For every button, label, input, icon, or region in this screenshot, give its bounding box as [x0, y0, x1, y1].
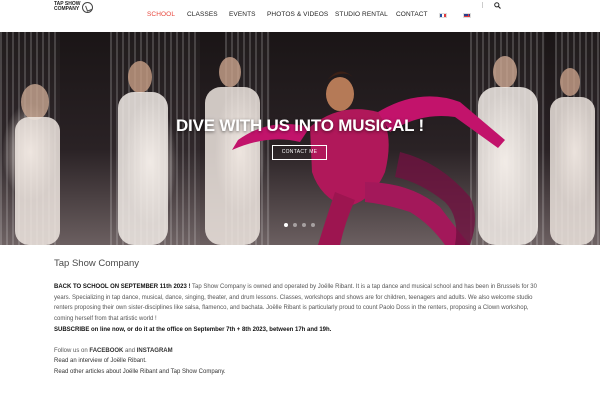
nav-item-photos-videos[interactable]: PHOTOS & VIDEOS: [267, 11, 328, 18]
logo-text: TAP SHOW COMPANY: [54, 2, 80, 12]
logo-text-line2: COMPANY: [54, 6, 80, 12]
hero-slider: DIVE WITH US INTO MUSICAL ! CONTACT ME: [0, 32, 600, 245]
slider-dot-4[interactable]: [311, 223, 315, 227]
language-fr-flag-icon[interactable]: [439, 13, 447, 18]
nav-item-school[interactable]: SCHOOL: [147, 11, 175, 18]
subscribe-paragraph: SUBSCRIBE on line now, or do it at the o…: [54, 325, 546, 336]
nav-item-classes[interactable]: CLASSES: [187, 11, 218, 18]
interview-link[interactable]: Read an interview of Joëlle Ribant.: [54, 358, 147, 364]
logo-mark-icon: [82, 1, 94, 13]
interview-line: Read an interview of Joëlle Ribant.: [54, 356, 546, 367]
contact-me-button[interactable]: CONTACT ME: [272, 145, 327, 160]
slider-dot-2[interactable]: [293, 223, 297, 227]
back-to-school-heading: BACK TO SCHOOL ON SEPTEMBER 11th 2023 !: [54, 284, 191, 290]
subscribe-text: SUBSCRIBE on line now, or do it at the o…: [54, 326, 332, 333]
site-header: TAP SHOW COMPANY SCHOOL CLASSES EVENTS P…: [0, 0, 600, 32]
articles-line: Read other articles about Joëlle Ribant …: [54, 367, 546, 378]
logo[interactable]: TAP SHOW COMPANY: [54, 1, 98, 13]
hero-title: DIVE WITH US INTO MUSICAL !: [175, 116, 425, 135]
section-title: Tap Show Company: [54, 258, 140, 269]
articles-link[interactable]: Read other articles about Joëlle Ribant …: [54, 369, 226, 375]
facebook-link[interactable]: FACEBOOK: [89, 348, 123, 354]
instagram-link[interactable]: INSTAGRAM: [137, 348, 173, 354]
slider-dot-3[interactable]: [302, 223, 306, 227]
hero-photo: [15, 56, 595, 245]
nav-item-studio-rental[interactable]: STUDIO RENTAL: [335, 11, 388, 18]
nav-item-contact[interactable]: CONTACT: [396, 11, 428, 18]
slider-pagination: [284, 223, 315, 227]
main-content: Tap Show Company BACK TO SCHOOL ON SEPTE…: [54, 258, 546, 378]
follow-prefix: Follow us on: [54, 347, 90, 354]
follow-and: and: [123, 347, 137, 354]
nav-divider: [482, 2, 483, 8]
search-icon[interactable]: [494, 2, 501, 9]
slider-dot-1[interactable]: [284, 223, 288, 227]
follow-paragraph: Follow us on FACEBOOK and INSTAGRAM: [54, 346, 546, 357]
nav-item-events[interactable]: EVENTS: [229, 11, 256, 18]
language-en-flag-icon[interactable]: [463, 13, 471, 18]
intro-paragraph: BACK TO SCHOOL ON SEPTEMBER 11th 2023 ! …: [54, 282, 546, 325]
